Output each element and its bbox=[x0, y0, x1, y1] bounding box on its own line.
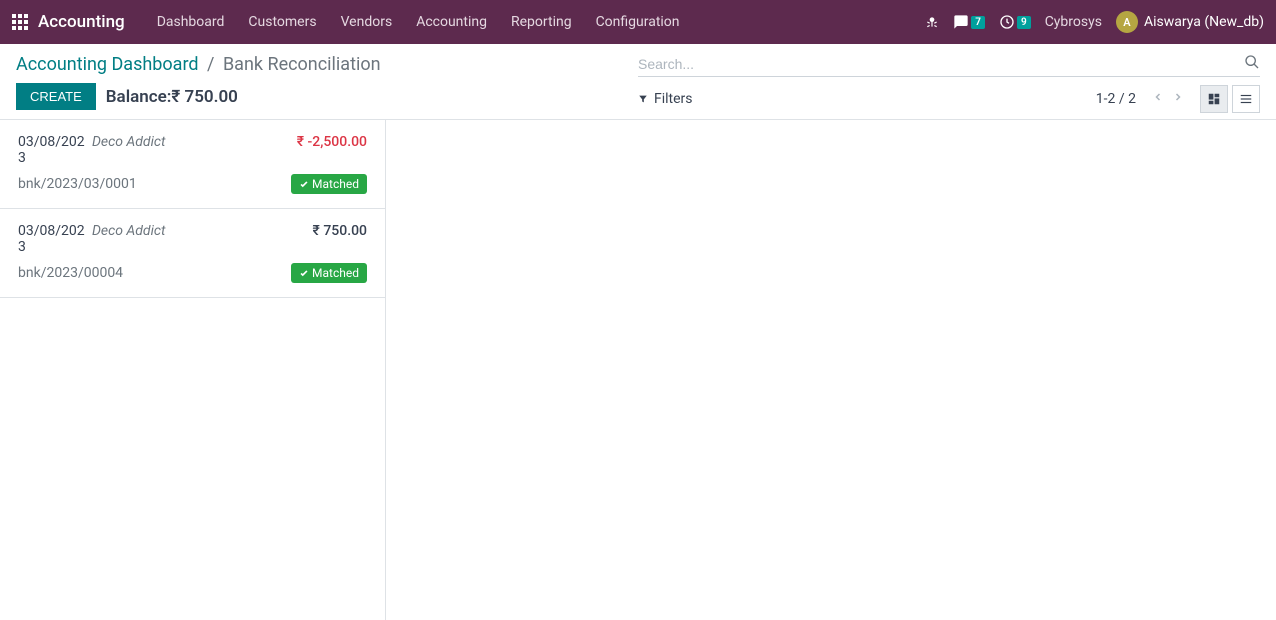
pager-area: 1-2 / 2 bbox=[1096, 85, 1260, 113]
filters-button[interactable]: Filters bbox=[638, 91, 693, 107]
balance-display: Balance:₹ 750.00 bbox=[106, 87, 238, 107]
activities-icon[interactable]: 9 bbox=[999, 14, 1031, 30]
search-input[interactable] bbox=[638, 56, 1244, 72]
user-menu[interactable]: A Aiswarya (New_db) bbox=[1116, 11, 1264, 33]
status-text: Matched bbox=[312, 266, 359, 280]
filters-label: Filters bbox=[654, 91, 693, 107]
control-panel-right: Filters 1-2 / 2 bbox=[638, 54, 1260, 113]
nav-dashboard[interactable]: Dashboard bbox=[145, 0, 237, 44]
control-panel-left: Accounting Dashboard / Bank Reconciliati… bbox=[16, 54, 638, 113]
list-view-button[interactable] bbox=[1232, 85, 1260, 113]
filter-icon bbox=[638, 94, 648, 104]
activities-badge: 9 bbox=[1017, 16, 1031, 29]
record-list: 03/08/2023 Deco Addict ₹ -2,500.00 bnk/2… bbox=[0, 120, 386, 620]
nav-vendors[interactable]: Vendors bbox=[329, 0, 405, 44]
record-amount: ₹ 750.00 bbox=[313, 223, 367, 239]
record-date: 03/08/2023 bbox=[18, 223, 92, 255]
create-button[interactable]: CREATE bbox=[16, 83, 96, 110]
search-bar bbox=[638, 54, 1260, 77]
record-partner: Deco Addict bbox=[92, 134, 297, 150]
content-area: 03/08/2023 Deco Addict ₹ -2,500.00 bnk/2… bbox=[0, 120, 1276, 620]
record-date: 03/08/2023 bbox=[18, 134, 92, 166]
avatar: A bbox=[1116, 11, 1138, 33]
nav-reporting[interactable]: Reporting bbox=[499, 0, 584, 44]
status-badge: Matched bbox=[291, 263, 367, 283]
breadcrumb-separator: / bbox=[207, 54, 214, 75]
messages-icon[interactable]: 7 bbox=[953, 14, 985, 30]
pager-nav bbox=[1150, 89, 1186, 109]
record-reference: bnk/2023/03/0001 bbox=[18, 176, 137, 192]
debug-icon[interactable] bbox=[925, 15, 939, 29]
navbar-brand[interactable]: Accounting bbox=[38, 12, 125, 32]
action-bar: CREATE Balance:₹ 750.00 bbox=[16, 83, 638, 110]
breadcrumb: Accounting Dashboard / Bank Reconciliati… bbox=[16, 54, 638, 75]
status-text: Matched bbox=[312, 177, 359, 191]
status-badge: Matched bbox=[291, 174, 367, 194]
view-switcher bbox=[1200, 85, 1260, 113]
nav-configuration[interactable]: Configuration bbox=[584, 0, 692, 44]
navbar-menu: Dashboard Customers Vendors Accounting R… bbox=[145, 0, 692, 44]
apps-icon[interactable] bbox=[12, 14, 28, 30]
messages-badge: 7 bbox=[971, 16, 985, 29]
list-item[interactable]: 03/08/2023 Deco Addict ₹ 750.00 bnk/2023… bbox=[0, 209, 385, 298]
record-amount: ₹ -2,500.00 bbox=[297, 134, 367, 150]
pager-prev[interactable] bbox=[1150, 89, 1166, 109]
check-icon bbox=[299, 179, 309, 189]
pager-next[interactable] bbox=[1170, 89, 1186, 109]
nav-accounting[interactable]: Accounting bbox=[404, 0, 499, 44]
navbar: Accounting Dashboard Customers Vendors A… bbox=[0, 0, 1276, 44]
record-partner: Deco Addict bbox=[92, 223, 313, 239]
company-selector[interactable]: Cybrosys bbox=[1045, 14, 1102, 30]
pager-text: 1-2 / 2 bbox=[1096, 91, 1136, 107]
control-panel: Accounting Dashboard / Bank Reconciliati… bbox=[0, 44, 1276, 120]
record-reference: bnk/2023/00004 bbox=[18, 265, 123, 281]
breadcrumb-parent[interactable]: Accounting Dashboard bbox=[16, 54, 199, 75]
search-icon[interactable] bbox=[1244, 54, 1260, 74]
navbar-right: 7 9 Cybrosys A Aiswarya (New_db) bbox=[925, 11, 1264, 33]
list-item[interactable]: 03/08/2023 Deco Addict ₹ -2,500.00 bnk/2… bbox=[0, 120, 385, 209]
user-name: Aiswarya (New_db) bbox=[1144, 14, 1264, 30]
search-options: Filters 1-2 / 2 bbox=[638, 85, 1260, 113]
kanban-view-button[interactable] bbox=[1200, 85, 1228, 113]
check-icon bbox=[299, 268, 309, 278]
balance-value: ₹ 750.00 bbox=[171, 87, 238, 107]
nav-customers[interactable]: Customers bbox=[236, 0, 328, 44]
breadcrumb-current: Bank Reconciliation bbox=[223, 54, 381, 75]
balance-label: Balance: bbox=[106, 87, 172, 107]
